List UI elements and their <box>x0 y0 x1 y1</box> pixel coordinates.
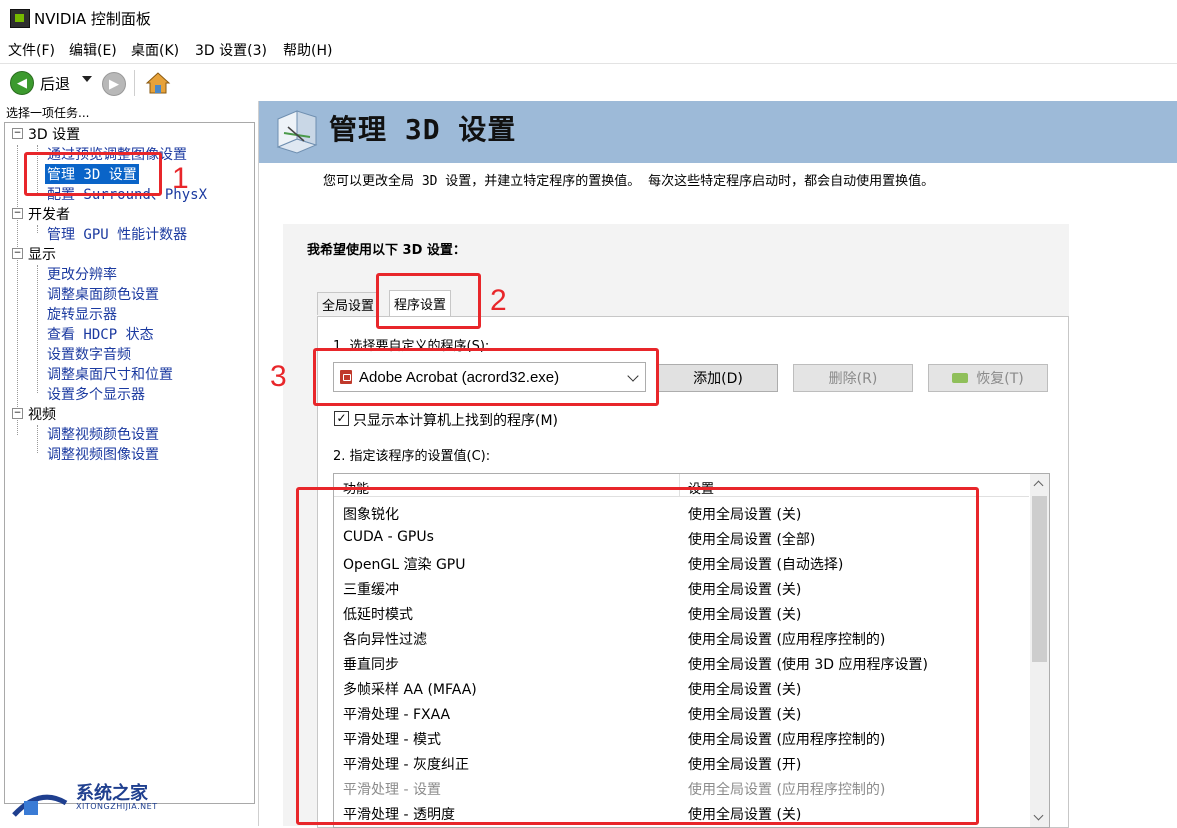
menu-help[interactable]: 帮助(H) <box>283 40 332 60</box>
back-button[interactable]: ◀ 后退 <box>10 71 70 95</box>
watermark: 系统之家 XITONGZHIJIA.NET <box>0 775 258 826</box>
tree-item-digital-audio[interactable]: 设置数字音频 <box>47 344 131 364</box>
tree-item-desktop-size[interactable]: 调整桌面尺寸和位置 <box>47 364 173 384</box>
tree-category-label: 视频 <box>28 407 56 423</box>
menu-edit[interactable]: 编辑(E) <box>69 40 117 60</box>
add-button[interactable]: 添加(D) <box>658 364 778 392</box>
add-button-label: 添加(D) <box>693 371 743 387</box>
tree-category-label: 开发者 <box>28 207 70 223</box>
history-dropdown-icon[interactable] <box>82 76 92 82</box>
tree-item-desktop-color[interactable]: 调整桌面颜色设置 <box>47 284 159 304</box>
tree-guide <box>37 225 38 233</box>
tree-item-rotate-display[interactable]: 旋转显示器 <box>47 304 117 324</box>
nvidia-logo-icon <box>10 9 30 28</box>
tree-item-multi-display[interactable]: 设置多个显示器 <box>47 384 145 404</box>
annotation-number-3: 3 <box>270 360 287 393</box>
toolbar-separator <box>134 70 135 96</box>
scroll-thumb[interactable] <box>1032 496 1047 662</box>
annotation-box-4 <box>296 487 979 825</box>
page-description: 您可以更改全局 3D 设置，并建立特定程序的置换值。 每次这些特定程序启动时，都… <box>323 174 935 189</box>
tree-category-developer[interactable]: − 开发者 <box>5 203 250 223</box>
tree-category-video[interactable]: − 视频 <box>5 403 250 423</box>
remove-button[interactable]: 删除(R) <box>793 364 913 392</box>
tree-category-display[interactable]: − 显示 <box>5 243 250 263</box>
task-pane: 选择一项任务... − 3D 设置 通过预览调整图像设置 管理 3D 设置 配置… <box>0 101 259 826</box>
tree-category-label: 显示 <box>28 247 56 263</box>
window-title: NVIDIA 控制面板 <box>34 10 151 28</box>
annotation-number-1: 1 <box>172 162 189 195</box>
section-label: 我希望使用以下 3D 设置： <box>307 243 466 258</box>
toolbar: ◀ 后退 ▶ <box>0 63 1177 102</box>
annotation-box-1 <box>24 152 162 196</box>
tree-guide <box>37 425 38 453</box>
tab-label: 全局设置 <box>322 298 375 314</box>
menu-bar: 文件(F) 编辑(E) 桌面(K) 3D 设置(3) 帮助(H) <box>0 36 1177 62</box>
watermark-url: XITONGZHIJIA.NET <box>76 802 158 811</box>
arrow-left-icon: ◀ <box>10 71 34 95</box>
menu-3d-settings[interactable]: 3D 设置(3) <box>195 40 267 60</box>
collapse-icon[interactable]: − <box>12 408 23 419</box>
collapse-icon[interactable]: − <box>12 128 23 139</box>
title-bar: NVIDIA 控制面板 <box>0 0 1177 36</box>
tree-item-video-image[interactable]: 调整视频图像设置 <box>47 444 159 464</box>
forward-button[interactable]: ▶ <box>102 72 126 96</box>
show-found-programs-label: 只显示本计算机上找到的程序(M) <box>353 413 559 429</box>
page-title: 管理 3D 设置 <box>329 113 517 146</box>
tree-item-resolution[interactable]: 更改分辨率 <box>47 264 117 284</box>
tree-guide <box>17 145 18 435</box>
home-icon[interactable] <box>145 70 171 96</box>
remove-button-label: 删除(R) <box>828 371 878 387</box>
task-pane-header: 选择一项任务... <box>6 106 90 120</box>
collapse-icon[interactable]: − <box>12 248 23 259</box>
tab-global-settings[interactable]: 全局设置 <box>317 292 380 315</box>
menu-file[interactable]: 文件(F) <box>8 40 55 60</box>
menu-desktop[interactable]: 桌面(K) <box>131 40 179 60</box>
tab-label: 程序设置 <box>394 298 447 313</box>
page-banner: 管理 3D 设置 <box>259 101 1177 163</box>
tree-item-video-color[interactable]: 调整视频颜色设置 <box>47 424 159 444</box>
tree-guide <box>37 265 38 393</box>
annotation-box-3 <box>313 348 659 406</box>
tree-category-label: 3D 设置 <box>28 127 81 143</box>
annotation-number-2: 2 <box>490 284 507 317</box>
restore-button[interactable]: 恢复(T) <box>928 364 1048 392</box>
tree-category-3d[interactable]: − 3D 设置 <box>5 123 250 143</box>
tree-item-hdcp-status[interactable]: 查看 HDCP 状态 <box>47 324 154 344</box>
3d-settings-icon <box>276 110 318 154</box>
nvidia-restore-icon <box>952 373 969 383</box>
task-tree: − 3D 设置 通过预览调整图像设置 管理 3D 设置 配置 Surround、… <box>4 122 255 804</box>
scroll-down-icon[interactable] <box>1033 810 1044 821</box>
tab-program-settings[interactable]: 程序设置 <box>389 290 452 316</box>
collapse-icon[interactable]: − <box>12 208 23 219</box>
step2-label: 2. 指定该程序的设置值(C): <box>333 449 491 464</box>
watermark-logo-icon <box>12 794 68 817</box>
scroll-up-icon[interactable] <box>1033 480 1044 491</box>
table-scrollbar[interactable] <box>1030 474 1049 827</box>
back-label: 后退 <box>40 74 71 93</box>
restore-button-label: 恢复(T) <box>976 371 1024 387</box>
tree-item-gpu-counters[interactable]: 管理 GPU 性能计数器 <box>47 224 187 244</box>
show-found-programs-checkbox[interactable]: ✓ <box>334 411 349 426</box>
